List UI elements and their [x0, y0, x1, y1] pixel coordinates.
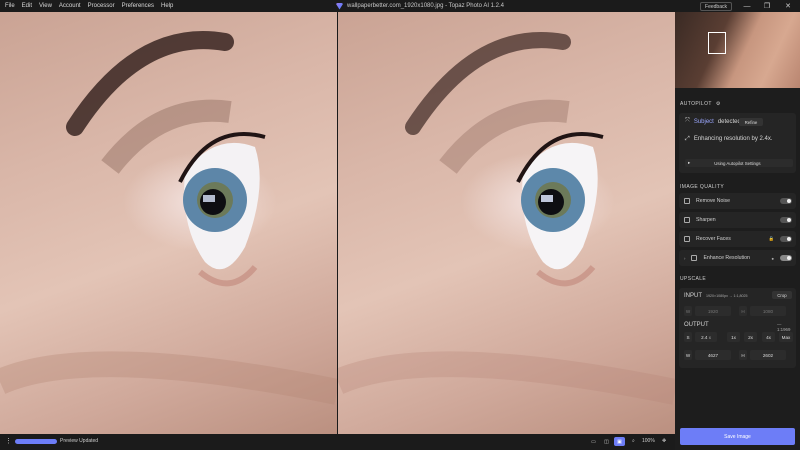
preview-progress-bar [15, 439, 57, 444]
original-image-pane[interactable] [0, 12, 337, 434]
preset-max-button[interactable]: Max [779, 332, 793, 342]
zoom-icon[interactable]: ⌕ [632, 438, 635, 444]
original-eye-image [0, 31, 337, 405]
more-options-icon[interactable]: ⋮ [5, 437, 12, 445]
topaz-logo-icon [336, 2, 343, 10]
sharpen-icon [684, 217, 690, 223]
image-quality-section-title: IMAGE QUALITY [680, 184, 725, 190]
autopilot-settings-row[interactable]: ▸ Using Autopilot Settings [685, 159, 793, 167]
preset-2x-button[interactable]: 2x [744, 332, 757, 342]
preset-1x-button[interactable]: 1x [727, 332, 740, 342]
input-height-label: H [739, 306, 747, 316]
caret-right-icon: ▸ [688, 160, 691, 165]
remove-noise-toggle[interactable] [780, 198, 792, 204]
chevron-down-icon[interactable]: › [684, 256, 685, 261]
navigator-viewport-box[interactable] [708, 32, 726, 54]
menu-preferences[interactable]: Preferences [122, 3, 154, 9]
crop-button[interactable]: Crop [772, 291, 792, 299]
output-width-label: W [684, 350, 692, 360]
scale-field[interactable]: 2.4 x [695, 332, 717, 342]
menu-file[interactable]: File [5, 3, 15, 9]
crosshair-icon: ⤧ [685, 118, 690, 124]
window-title: wallpaperbetter.com_1920x1080.jpg - Topa… [336, 0, 504, 12]
title-bar: File Edit View Account Processor Prefere… [0, 0, 800, 12]
enhance-icon [691, 255, 698, 261]
enhance-resolution-row[interactable]: › Enhance Resolution ● [679, 250, 796, 266]
minimize-icon[interactable]: — [737, 0, 757, 12]
preset-4x-button[interactable]: 4x [762, 332, 775, 342]
upscale-section-title: UPSCALE [680, 276, 707, 282]
preview-progress-fill [15, 439, 57, 444]
gear-icon[interactable]: ⚙ [716, 101, 721, 107]
enhance-resolution-toggle[interactable] [780, 255, 792, 261]
feedback-button[interactable]: Feedback [700, 2, 732, 11]
input-width-label: W [684, 306, 692, 316]
recover-faces-toggle[interactable] [780, 236, 792, 242]
preview-eye-image [338, 32, 675, 405]
maximize-icon[interactable]: ❐ [757, 0, 777, 12]
refine-button[interactable]: Refine [739, 118, 763, 126]
menu-view[interactable]: View [39, 3, 52, 9]
subject-status: ⤧ Subject detected. [685, 118, 743, 125]
output-width-field[interactable]: 4627 [695, 350, 731, 360]
menu-bar: File Edit View Account Processor Prefere… [0, 3, 173, 9]
close-icon[interactable]: ✕ [778, 0, 798, 12]
noise-icon [684, 198, 690, 204]
side-by-side-view-icon[interactable]: ▣ [614, 437, 625, 446]
window-title-text: wallpaperbetter.com_1920x1080.jpg - Topa… [347, 3, 504, 9]
hand-tool-icon[interactable]: ✥ [662, 438, 666, 444]
split-view-icon[interactable]: ◫ [601, 437, 612, 446]
input-height-field: 1080 [750, 306, 786, 316]
navigator-thumbnail[interactable] [675, 12, 800, 88]
expand-arrows-icon: ⤢ [685, 136, 690, 142]
image-viewer[interactable] [0, 12, 675, 434]
bottom-bar: ⋮ Preview Updated ▭ ◫ ▣ ⌕ 100% ✥ [0, 434, 675, 450]
lock-icon: 🔒 [768, 236, 774, 241]
single-view-icon[interactable]: ▭ [588, 437, 599, 446]
remove-noise-row[interactable]: Remove Noise [679, 193, 796, 209]
menu-help[interactable]: Help [161, 3, 173, 9]
scale-label: S [684, 332, 692, 342]
side-panel: AUTOPILOT ⚙ ⤧ Subject detected. Refine ⤢… [675, 12, 800, 450]
input-width-field: 1920 [695, 306, 731, 316]
zoom-level[interactable]: 100% [642, 438, 655, 444]
face-icon [684, 236, 690, 242]
output-height-field[interactable]: 2602 [750, 350, 786, 360]
output-ratio: — 1:1969 [777, 322, 791, 332]
save-image-button[interactable]: Save Image [680, 428, 795, 445]
sharpen-toggle[interactable] [780, 217, 792, 223]
autopilot-card: ⤧ Subject detected. Refine ⤢ Enhancing r… [679, 113, 796, 173]
enhancing-status: ⤢ Enhancing resolution by 2.4x. [685, 136, 773, 142]
input-header: INPUT 1920×1080px → 1:1,8025 [684, 293, 748, 299]
preview-status-text: Preview Updated [60, 438, 99, 444]
autopilot-section-title: AUTOPILOT ⚙ [680, 101, 721, 107]
preview-image-pane[interactable] [338, 12, 675, 434]
output-header: OUTPUT [684, 322, 709, 328]
menu-account[interactable]: Account [59, 3, 81, 9]
menu-processor[interactable]: Processor [88, 3, 115, 9]
settings-dot-icon[interactable]: ● [771, 256, 774, 261]
menu-edit[interactable]: Edit [22, 3, 32, 9]
output-height-label: H [739, 350, 747, 360]
recover-faces-row[interactable]: Recover Faces 🔒 [679, 231, 796, 247]
sharpen-row[interactable]: Sharpen [679, 212, 796, 228]
upscale-card: INPUT 1920×1080px → 1:1,8025 Crop W 1920… [679, 288, 796, 368]
